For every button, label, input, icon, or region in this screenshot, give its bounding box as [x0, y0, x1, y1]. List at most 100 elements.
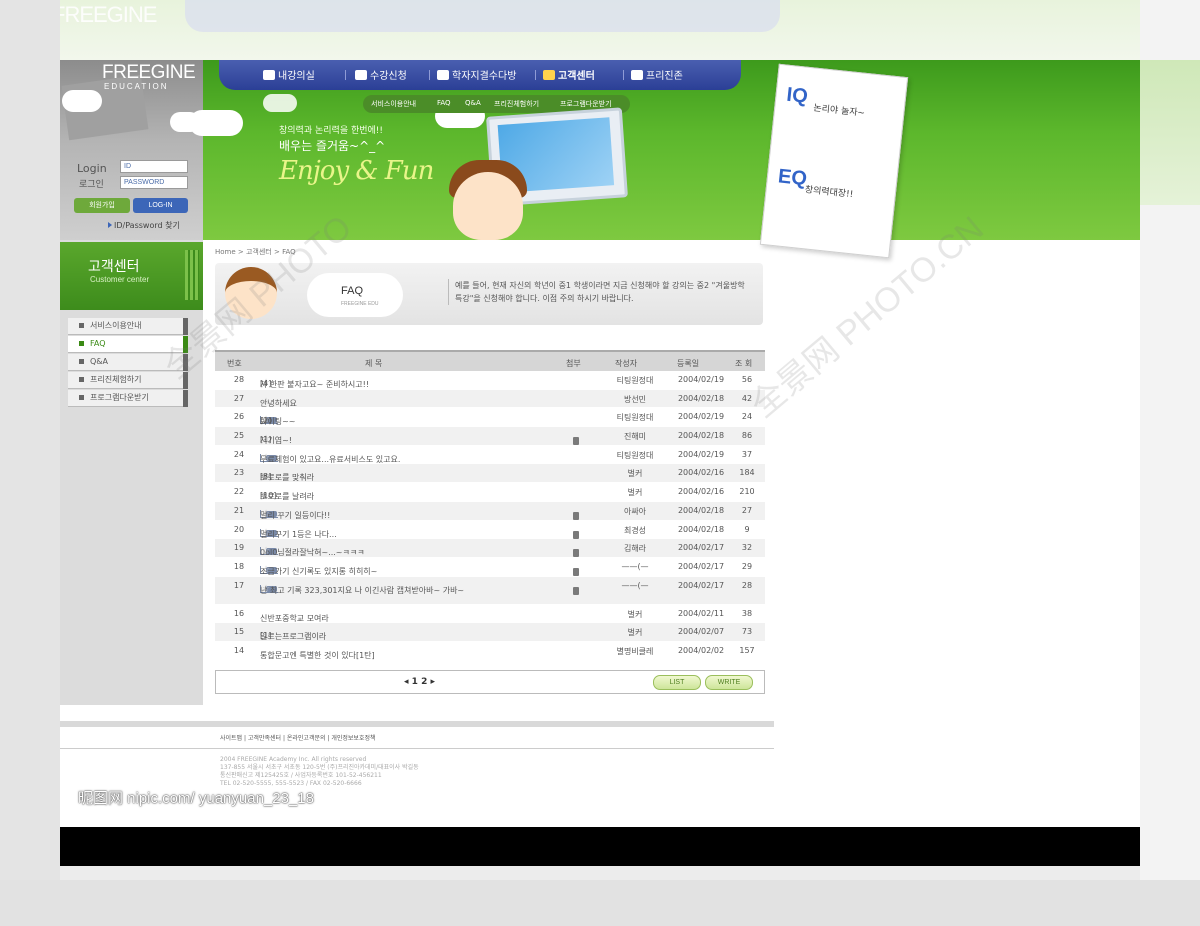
table-row[interactable]: 19 0ol0님절라잘낙혀~...~ㅋㅋㅋ ☆ 김해라 2004/02/17 32	[215, 539, 765, 558]
sidebar-item-trial[interactable]: 프리진체험하기	[68, 372, 188, 389]
login-button[interactable]: LOG-IN	[133, 198, 188, 213]
main-nav: 내강의실 수강신청 학자지결수다방 고객센터 프리진존	[219, 60, 741, 90]
footer-links[interactable]: 사이트맵 | 고객만족센터 | 온라인고객문의 | 개인정보보호정책	[220, 733, 376, 742]
pagination[interactable]: ◂ 1 2 ▸	[404, 677, 435, 687]
row-date: 2004/02/17	[677, 543, 725, 553]
subnav-qna[interactable]: Q&A	[465, 99, 481, 107]
footer-copyright: 2004 FREEGINE Academy Inc. All rights re…	[220, 756, 419, 787]
row-writer: 티팅원정대	[616, 376, 654, 385]
table-row[interactable]: 23 뽀로로를 맞춰라 [3] 벌커 2004/02/16 184	[215, 464, 765, 484]
row-writer: 방선민	[623, 394, 647, 404]
eq-label: EQ	[776, 165, 808, 191]
eq-text: 창의력대장!!	[804, 185, 854, 201]
row-writer: 벌커	[627, 488, 643, 498]
nav-item-cafe[interactable]: 학자지결수다방	[437, 67, 516, 82]
table-row[interactable]: 18 조금가기 신기록도 있지롱 히히히~ ☆ ——(— 2004/02/17 29	[215, 557, 765, 577]
table-row[interactable]: 28 자 한판 붙자고요~ 준비하시고!! ☆ [4] 티팅원정대 2004/02/19…	[215, 371, 765, 390]
row-date: 2004/02/18	[677, 524, 725, 534]
speech-bubble: FAQ FREEGINE EDU	[307, 273, 403, 317]
table-row[interactable]: 22 뽀로로를 날려라 [10] 벌커 2004/02/16 210	[215, 483, 765, 502]
table-row[interactable]: 16 신반포중학교 모여라 벌커 2004/02/11 38	[215, 604, 765, 624]
row-hits: 73	[741, 627, 753, 637]
subnav-faq[interactable]: FAQ	[437, 99, 451, 107]
nav-item-freegine-zone[interactable]: 프리진존	[631, 67, 683, 82]
table-row[interactable]: 14 통합문고엔 특별한 것이 있다[1탄] 별명비클레 2004/02/02 157	[215, 641, 765, 661]
row-date: 2004/02/11	[677, 608, 725, 618]
page-numbers[interactable]: 1 2	[412, 677, 428, 687]
book-icon	[263, 70, 275, 80]
table-row[interactable]: 21 멀리 꾸기 일등이다!! ☆ 아싸아 2004/02/18 27	[215, 501, 765, 521]
star-icon: ☆	[262, 396, 271, 407]
row-hits: 24	[741, 412, 753, 422]
table-row[interactable]: 17 난 최고 기록 323,301지요 나 이긴사람 캡쳐받아바~ 가바~ ☆ ——…	[215, 576, 765, 605]
pagination-bar: ◂ 1 2 ▸ LIST WRITE	[215, 670, 765, 694]
nav-item-customer-center[interactable]: 고객센터	[543, 67, 595, 82]
star-icon: ☆	[262, 583, 271, 594]
table-row[interactable]: 20 멀리꾸기 1등은 나다... ☆ 최경성 2004/02/18 9	[215, 520, 765, 540]
backdrop-ghost-nav	[185, 0, 780, 32]
pencil-icon	[355, 70, 367, 80]
table-header: 번호 제 목 첨부 작성자 등록일 조 회	[215, 350, 765, 371]
row-date: 2004/02/16	[677, 468, 725, 478]
row-date: 2004/02/17	[677, 580, 725, 590]
table-row[interactable]: 24 무료체험이 있고요...유료서비스도 있고요. ☆ 티팅원정대 2004/02/1…	[215, 445, 765, 465]
leaf-icon	[631, 70, 643, 80]
row-date: 2004/02/19	[677, 375, 725, 384]
subnav-trial[interactable]: 프리진체험하기	[494, 99, 539, 109]
password-input[interactable]: PASSWORD	[120, 176, 188, 189]
row-number: 23	[233, 468, 245, 478]
join-button[interactable]: 회원가입	[74, 198, 130, 213]
find-id-password-link[interactable]: ID/Password 찾기	[108, 220, 180, 231]
sidebar-item-download[interactable]: 프로그램다운받기	[68, 390, 188, 407]
subnav-download[interactable]: 프로그램다운받기	[560, 99, 612, 109]
comment-count: [1]	[260, 435, 272, 445]
row-writer: 벌커	[627, 628, 643, 638]
backdrop-ghost-logo: FREEGINE	[52, 2, 157, 27]
row-number: 21	[233, 505, 245, 515]
table-row[interactable]: 15 일르는프로그램이라 [1] 벌커 2004/02/07 73	[215, 623, 765, 642]
row-number: 16	[233, 608, 245, 618]
id-input[interactable]: ID	[120, 160, 188, 173]
row-writer: ——(—	[621, 561, 649, 571]
row-number: 25	[233, 431, 245, 441]
headset-icon	[543, 70, 555, 80]
row-hits: 210	[739, 487, 755, 497]
row-date: 2004/02/18	[677, 505, 725, 515]
header-banner: 내강의실 수강신청 학자지결수다방 고객센터 프리진존 서비스이용안내 FAQ …	[189, 60, 1140, 259]
logo-subtitle: EDUCATION	[104, 82, 169, 91]
row-date: 2004/02/19	[677, 449, 725, 459]
list-button[interactable]: LIST	[653, 675, 701, 690]
table-row[interactable]: 26 화이팅~~ ☆ [2] 티팅원정대 2004/02/19 24	[215, 408, 765, 428]
table-row[interactable]: 27 안녕하세요 ☆ 방선민 2004/02/18 42	[215, 389, 765, 409]
row-hits: 9	[744, 524, 750, 534]
write-button[interactable]: WRITE	[705, 675, 753, 690]
row-number: 19	[233, 543, 245, 553]
nav-item-enrollment[interactable]: 수강신청	[355, 67, 407, 82]
nav-item-my-classroom[interactable]: 내강의실	[263, 67, 315, 82]
prev-page-icon[interactable]: ◂	[404, 677, 409, 687]
row-number: 15	[233, 627, 245, 637]
next-page-icon[interactable]: ▸	[430, 677, 435, 687]
customer-center-title: 고객센터	[88, 259, 140, 275]
row-date: 2004/02/19	[677, 412, 725, 422]
cup-icon	[437, 70, 449, 80]
iq-label: IQ	[785, 83, 809, 108]
row-writer: 진해미	[623, 432, 647, 442]
comment-count: [4]	[260, 379, 272, 388]
header-writer: 작성자	[615, 359, 638, 368]
customer-center-subtitle: Customer center	[90, 275, 150, 284]
faq-heading-sub: FREEGINE EDU	[341, 301, 379, 307]
row-number: 17	[233, 580, 245, 590]
table-row[interactable]: 25 저기염~! ☆ [1] 진해미 2004/02/18 86	[215, 427, 765, 446]
star-icon: ☆	[262, 546, 271, 557]
row-writer: 김해라	[623, 544, 647, 554]
logo-area: FREEGINE EDUCATION Login 로그인 ID PASSWORD…	[60, 60, 203, 240]
row-hits: 28	[741, 580, 753, 590]
iq-eq-card[interactable]: IQ 논리야 놀자~ EQ 창의력대장!!	[759, 63, 909, 259]
row-hits: 32	[741, 543, 753, 553]
subnav-service-guide[interactable]: 서비스이용안내	[371, 99, 416, 109]
sidebar-item-service-guide[interactable]: 서비스이용안내	[68, 318, 188, 335]
header-no: 번호	[227, 359, 242, 368]
comment-count: [2]	[260, 416, 272, 426]
logo-title[interactable]: FREEGINE	[102, 62, 196, 84]
